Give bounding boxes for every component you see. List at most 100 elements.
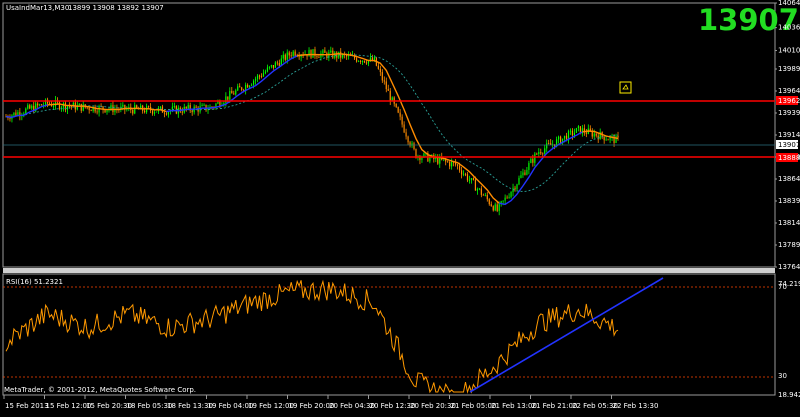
candle-body	[429, 157, 431, 162]
candle-body	[443, 159, 445, 161]
candle-body	[520, 175, 522, 178]
rsi-axis-label: 30	[778, 372, 787, 380]
candle-body	[484, 195, 486, 196]
candle-body	[437, 157, 439, 164]
candle-body	[563, 135, 566, 139]
rsi-trendline[interactable]	[469, 277, 664, 393]
candle-body	[585, 132, 587, 134]
candle-body	[536, 153, 538, 155]
price-axis-label: 13814	[778, 219, 800, 227]
candle-body	[276, 62, 278, 64]
candle-body	[151, 110, 154, 114]
candle-body	[288, 52, 290, 56]
candle-body	[252, 80, 255, 85]
time-axis-label: 18 Feb 05:30	[127, 402, 173, 410]
candle-body	[355, 58, 358, 62]
candle-body	[399, 112, 401, 117]
time-axis-label: 22 Feb 05:30	[572, 402, 618, 410]
candle-body	[516, 184, 518, 190]
rsi-polyline	[5, 279, 619, 394]
alert-icon[interactable]	[619, 81, 632, 94]
candle-body	[466, 174, 469, 181]
candle-body	[90, 110, 92, 112]
pane-separator[interactable]	[3, 268, 775, 273]
candle-body	[494, 204, 496, 211]
candle-body	[187, 105, 189, 109]
moving-average	[5, 54, 619, 192]
price-axis-label: 13964	[778, 87, 800, 95]
candle-body	[312, 49, 314, 58]
current-price-marker-text: 13907	[778, 141, 800, 149]
candle-body	[27, 105, 29, 109]
candle-body	[229, 91, 231, 100]
candle-body	[148, 106, 150, 108]
candle-body	[385, 81, 387, 90]
price-axis-label: 14064	[778, 0, 800, 7]
candles	[5, 46, 619, 216]
time-axis-label: 15 Feb 2013	[5, 402, 49, 410]
candle-body	[195, 106, 197, 108]
candle-body	[163, 112, 166, 114]
candle-body	[237, 86, 239, 91]
candle-body	[290, 55, 292, 57]
candle-body	[241, 87, 243, 90]
chart-canvas[interactable]: UsaIndMar13,M30 13899 13908 13892 13907 …	[0, 0, 800, 413]
candle-body	[482, 194, 484, 196]
chart-window[interactable]: UsaIndMar13,M30 13899 13908 13892 13907 …	[0, 0, 800, 413]
price-axis-label: 14036	[778, 24, 800, 32]
candle-body	[52, 106, 55, 107]
candle-body	[181, 111, 183, 113]
candle-body	[324, 50, 326, 53]
big-price-display: 13907	[698, 3, 799, 37]
lower-level-marker-text: 13888	[778, 154, 800, 162]
price-axis-label: 13914	[778, 131, 800, 139]
candle-body	[363, 60, 366, 63]
candle-body	[96, 111, 98, 113]
candle-body	[258, 75, 261, 77]
time-axis-label: 21 Feb 21:00	[532, 402, 578, 410]
candle-body	[39, 104, 41, 106]
candle-body	[577, 126, 580, 129]
time-axis-label: 21 Feb 13:00	[491, 402, 537, 410]
candle-body	[132, 110, 134, 114]
candle-body	[486, 195, 488, 200]
candle-body	[387, 89, 389, 91]
candle-body	[334, 52, 336, 58]
candle-body	[15, 112, 17, 116]
candle-body	[496, 204, 498, 211]
swing-segment	[297, 52, 500, 204]
candle-body	[274, 62, 276, 68]
candle-body	[617, 135, 619, 138]
rsi-line	[5, 279, 619, 394]
candle-body	[155, 111, 158, 113]
price-axis-label: 13864	[778, 175, 800, 183]
time-axis-label: 19 Feb 12:00	[248, 402, 294, 410]
candle-body	[268, 66, 271, 68]
candle-body	[506, 197, 508, 199]
candle-body	[460, 170, 463, 175]
candle-body	[322, 50, 324, 54]
alert-bell-icon	[622, 84, 629, 90]
candle-body	[58, 102, 61, 109]
candle-body	[82, 104, 84, 111]
price-axis-label: 13789	[778, 241, 800, 249]
candle-body	[542, 153, 544, 155]
candle-body	[534, 153, 536, 163]
candle-body	[514, 187, 516, 190]
candle-body	[490, 204, 492, 207]
price-axis-label: 13989	[778, 65, 800, 73]
candle-body	[185, 106, 187, 109]
candle-body	[607, 139, 609, 141]
swing-segment	[499, 131, 583, 206]
time-axis[interactable]: 15 Feb 201315 Feb 12:0015 Feb 20:3018 Fe…	[3, 395, 658, 410]
candle-body	[231, 91, 233, 94]
ma-line	[5, 54, 619, 192]
price-axis[interactable]: 1406414036140101398913964139391391413889…	[775, 0, 800, 271]
candle-body	[478, 188, 480, 190]
candle-body	[548, 143, 550, 145]
candle-body	[544, 148, 546, 154]
candle-body	[249, 85, 251, 88]
rsi-axis-label: 18.9422	[778, 391, 800, 399]
candle-body	[573, 132, 576, 136]
candle-body	[66, 106, 68, 110]
